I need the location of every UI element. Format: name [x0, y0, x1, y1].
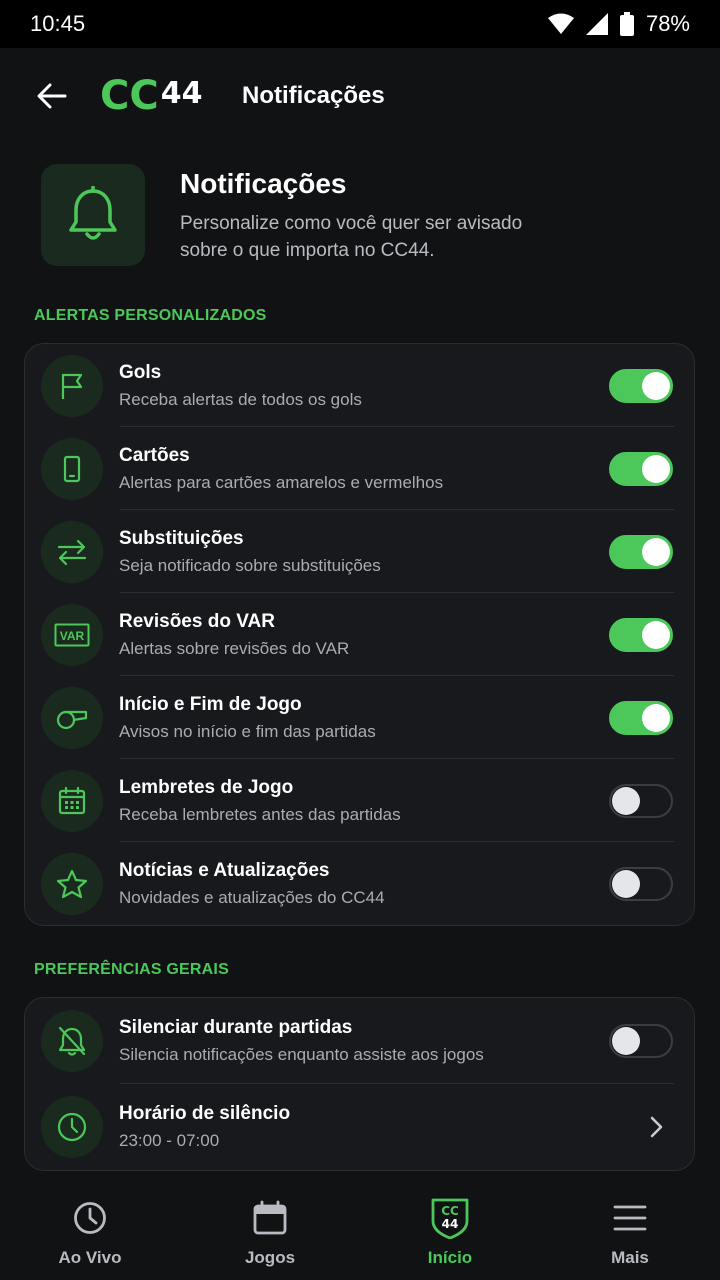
quiet-hours-range: 23:00 - 07:00: [119, 1131, 220, 1150]
var-toggle[interactable]: [609, 617, 673, 652]
status-bar: 10:45 78%: [0, 0, 720, 48]
alert-row-start-end: Início e Fim de Jogo Avisos no início e …: [25, 676, 694, 759]
wifi-icon: [547, 13, 574, 34]
nav-label: Jogos: [244, 1248, 296, 1267]
svg-text:CC: CC: [441, 1204, 459, 1218]
substitutions-toggle[interactable]: [609, 534, 673, 569]
start-end-toggle[interactable]: [609, 700, 673, 735]
back-button[interactable]: [32, 76, 72, 116]
alert-title: Gols: [119, 361, 162, 383]
hero-icon-box: [41, 164, 145, 266]
quiet-hours-row[interactable]: Horário de silêncio 23:00 - 07:00: [25, 1084, 694, 1170]
status-time: 10:45: [30, 11, 86, 36]
calendar-icon: [253, 1200, 287, 1235]
alert-subtitle: Receba lembretes antes das partidas: [119, 804, 401, 824]
quiet-hours-title: Horário de silêncio: [119, 1103, 291, 1124]
nav-label: Ao Vivo: [58, 1248, 122, 1267]
cc44-logo: CC 44: [100, 73, 203, 119]
goals-toggle[interactable]: [609, 368, 673, 403]
nav-item-more[interactable]: Mais: [540, 1188, 720, 1280]
svg-text:VAR: VAR: [60, 629, 85, 643]
menu-icon: [613, 1205, 647, 1231]
alert-subtitle: Seja notificado sobre substituições: [119, 555, 381, 575]
svg-text:44: 44: [442, 1217, 459, 1231]
alert-title: Lembretes de Jogo: [119, 776, 294, 798]
signal-icon: [585, 13, 608, 35]
alert-title: Início e Fim de Jogo: [119, 693, 302, 715]
news-toggle[interactable]: [609, 866, 673, 901]
nav-item-games[interactable]: Jogos: [180, 1188, 360, 1280]
alert-title: Cartões: [119, 444, 190, 466]
arrow-left-icon: [37, 83, 67, 109]
clock-icon: [57, 1112, 87, 1142]
battery-icon: [619, 12, 634, 36]
general-card: Silenciar durante partidas Silencia noti…: [24, 997, 695, 1171]
alerts-section-label: ALERTAS PERSONALIZADOS: [34, 307, 267, 324]
star-icon: [56, 869, 88, 898]
battery-level: 78%: [645, 11, 690, 36]
mute-toggle[interactable]: [609, 1024, 673, 1058]
cc44-shield-icon: CC 44: [431, 1198, 469, 1239]
alert-subtitle: Novidades e atualizações do CC44: [119, 887, 385, 907]
status-icons: 78%: [547, 11, 690, 37]
flag-icon: [61, 373, 83, 399]
bell-icon: [69, 186, 117, 240]
nav-label: Mais: [611, 1248, 649, 1267]
cards-toggle[interactable]: [609, 451, 673, 486]
alerts-card: Gols Receba alertas de todos os gols Car…: [24, 343, 695, 926]
alert-title: Notícias e Atualizações: [119, 859, 330, 881]
nav-item-home[interactable]: CC 44 Início: [360, 1188, 540, 1280]
alert-row-substitutions: Substituições Seja notificado sobre subs…: [25, 510, 694, 593]
whistle-icon: [56, 710, 88, 729]
nav-label: Início: [427, 1248, 473, 1267]
alert-row-reminders: Lembretes de Jogo Receba lembretes antes…: [25, 759, 694, 842]
alert-title: Substituições: [119, 527, 244, 549]
general-section-label: PREFERÊNCIAS GERAIS: [34, 961, 229, 978]
hero-description: Personalize como você quer ser avisado s…: [180, 213, 523, 261]
bell-off-icon: [58, 1026, 86, 1056]
alert-row-cards: Cartões Alertas para cartões amarelos e …: [25, 427, 694, 510]
var-icon: VAR: [54, 623, 90, 646]
notifications-hero: Notificações Personalize como você quer …: [41, 164, 681, 274]
alert-subtitle: Alertas sobre revisões do VAR: [119, 638, 350, 658]
page-title: Notificações: [242, 82, 385, 109]
alert-row-goals: Gols Receba alertas de todos os gols: [25, 344, 694, 427]
reminders-toggle[interactable]: [609, 783, 673, 818]
mute-row: Silenciar durante partidas Silencia noti…: [25, 998, 694, 1084]
alert-subtitle: Avisos no início e fim das partidas: [119, 721, 376, 741]
mute-subtitle: Silencia notificações enquanto assiste a…: [119, 1045, 484, 1064]
alert-row-var: VAR Revisões do VAR Alertas sobre revisõ…: [25, 593, 694, 676]
bottom-nav: Ao Vivo Jogos CC 44 Início Mais: [0, 1188, 720, 1280]
card-icon: [63, 455, 81, 482]
alert-title: Revisões do VAR: [119, 610, 275, 632]
clock-icon: [74, 1202, 106, 1234]
alert-subtitle: Alertas para cartões amarelos e vermelho…: [119, 472, 444, 492]
nav-item-live[interactable]: Ao Vivo: [0, 1188, 180, 1280]
swap-icon: [57, 539, 87, 565]
mute-title: Silenciar durante partidas: [119, 1017, 353, 1038]
chevron-right-icon: [644, 1115, 668, 1139]
app-header: CC 44 Notificações: [0, 48, 720, 144]
hero-title: Notificações: [180, 168, 347, 199]
alert-subtitle: Receba alertas de todos os gols: [119, 389, 362, 409]
alert-row-news: Notícias e Atualizações Novidades e atua…: [25, 842, 694, 925]
calendar-icon: [58, 786, 86, 814]
